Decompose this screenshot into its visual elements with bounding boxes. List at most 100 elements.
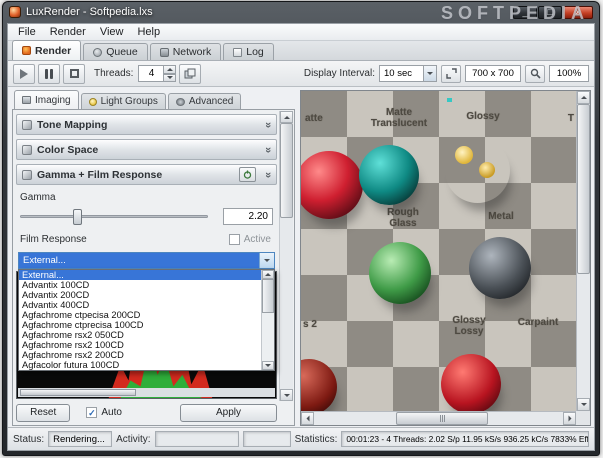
- film-response-selected: External...: [19, 253, 259, 268]
- scroll-down-button[interactable]: [280, 389, 293, 401]
- edge-sphere: [301, 359, 337, 411]
- tab-render[interactable]: Render: [12, 40, 81, 60]
- resolution-box[interactable]: 700 x 700: [465, 65, 521, 82]
- menu-render[interactable]: Render: [43, 25, 93, 39]
- magnifier-icon: [530, 68, 541, 79]
- tab-light-groups[interactable]: Light Groups: [81, 93, 166, 109]
- menu-view[interactable]: View: [93, 25, 131, 39]
- threads-decrement-button[interactable]: [164, 74, 176, 83]
- gamma-value-field[interactable]: 2.20: [223, 208, 273, 225]
- threads-spinner: 4: [138, 65, 176, 82]
- collapse-chevron-icon: [262, 121, 274, 127]
- dropdown-option[interactable]: Advantix 200CD: [19, 290, 261, 300]
- panel-footer: Reset Auto Apply: [16, 403, 277, 422]
- tab-network[interactable]: Network: [150, 43, 222, 60]
- section-tone-mapping[interactable]: Tone Mapping: [16, 114, 277, 135]
- snapshot-button[interactable]: [179, 64, 201, 84]
- section-enable-button[interactable]: [239, 167, 256, 182]
- dropdown-option[interactable]: Advantix 100CD: [19, 280, 261, 290]
- arrow-up-icon: [265, 273, 271, 276]
- menu-bar: File Render View Help: [8, 24, 594, 41]
- dropdown-scroll-thumb[interactable]: [262, 279, 274, 313]
- pause-button[interactable]: [38, 64, 60, 84]
- scroll-right-button[interactable]: [563, 412, 576, 425]
- tab-advanced[interactable]: Advanced: [168, 93, 241, 109]
- title-bar[interactable]: LuxRender - Softpedia.lxs _ □ ×: [3, 2, 599, 22]
- zoom-button[interactable]: [525, 65, 545, 83]
- scroll-left-button[interactable]: [301, 412, 314, 425]
- arrow-up-icon: [284, 116, 290, 119]
- minimize-button[interactable]: _: [513, 6, 537, 19]
- fit-view-button[interactable]: [441, 65, 461, 83]
- film-response-combo[interactable]: External...: [18, 252, 275, 269]
- material-label: s 2: [303, 319, 317, 330]
- dropdown-option[interactable]: Agfachrome rsx2 100CD: [19, 340, 261, 350]
- dropdown-option[interactable]: Agfachrome ctpecisa 200CD: [19, 310, 261, 320]
- rendered-image[interactable]: atte Matte Translucent Glossy T Rough Gl…: [301, 91, 576, 411]
- active-label: Active: [244, 234, 271, 245]
- panel-scrollbar[interactable]: [279, 111, 293, 401]
- dropdown-option[interactable]: Agfachrome rsx2 050CD: [19, 330, 261, 340]
- color-space-icon: [22, 145, 32, 155]
- render-vertical-scrollbar[interactable]: [576, 91, 590, 411]
- section-color-space[interactable]: Color Space: [16, 139, 277, 160]
- dropdown-option[interactable]: Agfachrome rsx2 200CD: [19, 350, 261, 360]
- material-label: T: [568, 113, 574, 124]
- gamma-slider-handle[interactable]: [73, 209, 82, 225]
- threads-value[interactable]: 4: [138, 65, 164, 82]
- threads-increment-button[interactable]: [164, 65, 176, 74]
- material-label: Metal: [473, 211, 529, 222]
- gamma-label: Gamma: [20, 192, 56, 203]
- tab-imaging[interactable]: Imaging: [14, 90, 79, 109]
- statistics-label: Statistics:: [295, 434, 338, 445]
- resume-button[interactable]: [13, 64, 35, 84]
- render-horizontal-scrollbar[interactable]: [301, 411, 576, 425]
- window-title: LuxRender - Softpedia.lxs: [26, 6, 153, 18]
- dropdown-scrollbar[interactable]: [261, 270, 274, 370]
- section-gamma-film-response[interactable]: Gamma + Film Response: [16, 164, 277, 185]
- histogram-scrollbar[interactable]: [18, 388, 275, 397]
- scroll-up-button[interactable]: [577, 91, 590, 104]
- material-label: atte: [305, 113, 323, 124]
- maximize-button[interactable]: □: [538, 6, 562, 19]
- gear-icon: [176, 98, 185, 106]
- menu-file[interactable]: File: [11, 25, 43, 39]
- scroll-up-button[interactable]: [262, 270, 274, 279]
- threads-label: Threads:: [94, 68, 133, 79]
- imaging-panel-body: Tone Mapping Color Space Gamma + Film Re…: [12, 109, 295, 426]
- panel-scroll-thumb[interactable]: [280, 123, 293, 218]
- scroll-down-button[interactable]: [577, 398, 590, 411]
- dropdown-option[interactable]: External...: [19, 270, 261, 280]
- dropdown-option[interactable]: Agfachrome ctprecisa 100CD: [19, 320, 261, 330]
- tab-log-label: Log: [246, 46, 264, 58]
- menu-help[interactable]: Help: [130, 25, 167, 39]
- apply-button[interactable]: Apply: [180, 404, 277, 422]
- vertical-scroll-thumb[interactable]: [577, 104, 590, 274]
- material-label: Glossy Lossy: [439, 315, 499, 337]
- horizontal-scroll-thumb[interactable]: [396, 412, 488, 425]
- gamma-film-label: Gamma + Film Response: [37, 169, 162, 181]
- rough-glass-sphere: [369, 242, 431, 304]
- dropdown-option[interactable]: Advantix 400CD: [19, 300, 261, 310]
- material-label: Glossy: [453, 111, 513, 122]
- status-bar: Status: Rendering... Activity: Statistic…: [8, 427, 594, 450]
- dropdown-option[interactable]: Agfacolor futura 100CD: [19, 360, 261, 370]
- gamma-icon: [22, 170, 32, 180]
- close-button[interactable]: ×: [563, 6, 593, 19]
- auto-checkbox[interactable]: [86, 407, 97, 418]
- tab-log[interactable]: Log: [223, 43, 274, 60]
- tab-queue[interactable]: Queue: [83, 43, 148, 60]
- scroll-down-button[interactable]: [262, 361, 274, 370]
- reset-button[interactable]: Reset: [16, 404, 70, 422]
- tone-mapping-label: Tone Mapping: [37, 119, 107, 131]
- display-interval-combo[interactable]: 10 sec: [379, 65, 437, 82]
- scroll-up-button[interactable]: [280, 111, 293, 123]
- zoom-level-box[interactable]: 100%: [549, 65, 589, 82]
- carpaint-sphere: [441, 354, 501, 411]
- histogram-scroll-thumb[interactable]: [20, 389, 136, 396]
- gamma-slider[interactable]: [20, 215, 208, 218]
- active-checkbox[interactable]: [229, 234, 240, 245]
- queue-tab-icon: [93, 48, 102, 57]
- render-artifact: [447, 98, 452, 102]
- stop-button[interactable]: [63, 64, 85, 84]
